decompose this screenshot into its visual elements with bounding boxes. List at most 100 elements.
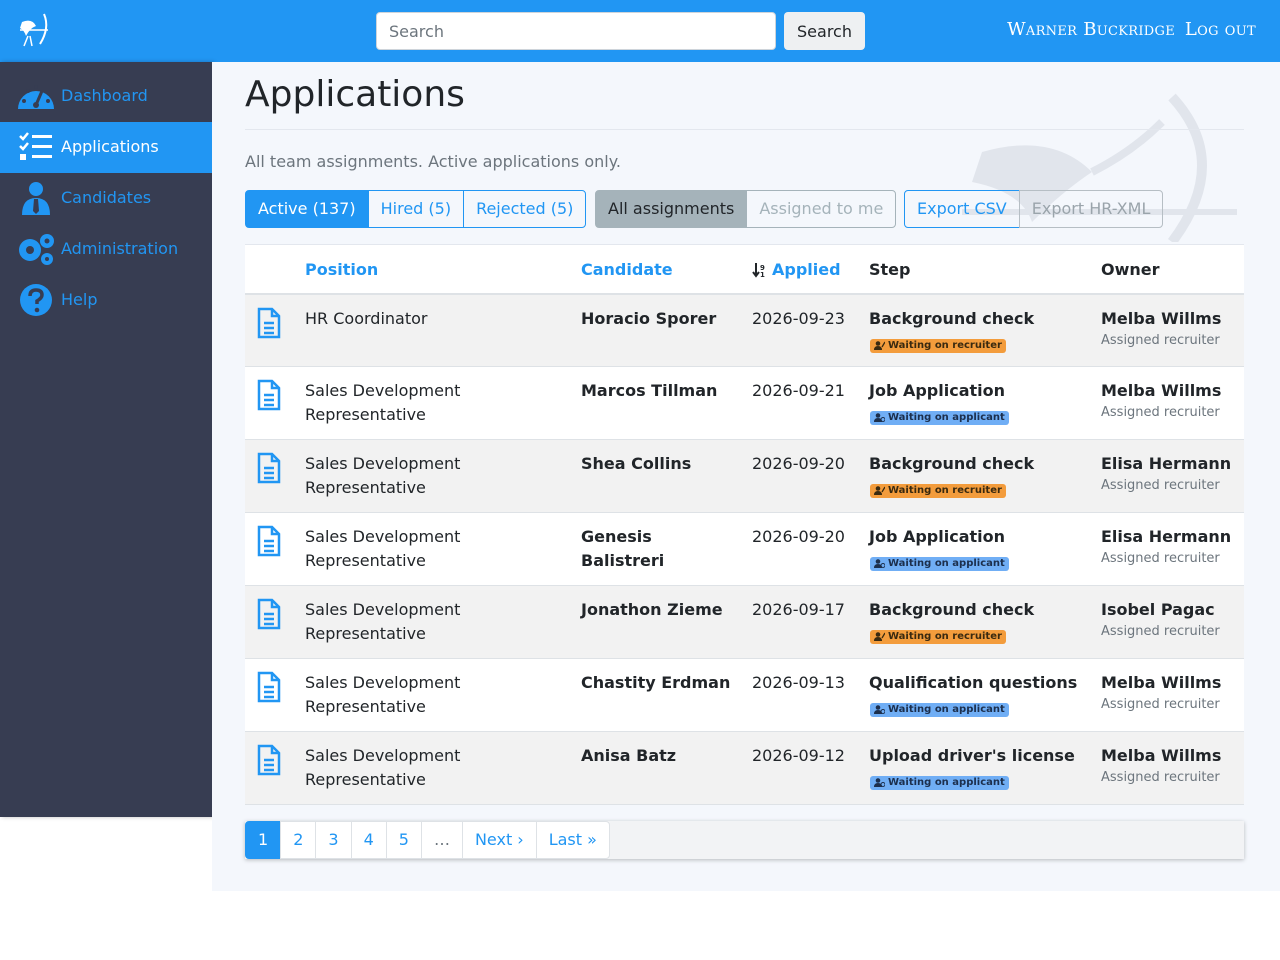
cell-owner[interactable]: Melba Willms [1101,744,1221,768]
document-icon[interactable] [257,744,281,776]
search-button[interactable]: Search [784,12,865,50]
page-next[interactable]: Next › [461,821,537,859]
title-divider [245,129,1244,130]
status-badge-label: Waiting on applicant [888,777,1005,788]
cell-position: HR Coordinator [305,309,428,328]
gears-icon [19,234,54,265]
status-badge: Waiting on recruiter [870,484,1006,498]
cell-candidate[interactable]: Shea Collins [581,452,731,476]
sidebar-item-help[interactable]: Help [0,275,212,326]
sidebar-item-applications[interactable]: Applications [0,122,212,173]
sidebar-item-label: Help [61,290,98,309]
filter-hired-button[interactable]: Hired (5) [367,190,465,228]
cell-applied: 2026-09-13 [752,673,845,692]
document-icon[interactable] [257,379,281,411]
cell-applied: 2026-09-21 [752,381,845,400]
sidebar-item-label: Administration [61,239,179,258]
cell-position: Sales Development Representative [305,600,461,643]
page-ellipsis: … [420,821,463,859]
user-name-link[interactable]: Warner Buckridge [1007,19,1175,40]
cell-applied: 2026-09-17 [752,600,845,619]
cell-applied: 2026-09-23 [752,309,845,328]
table-row[interactable]: Sales Development Representative Shea Col… [245,440,1244,513]
cell-step: Job Application [869,381,1006,400]
cell-owner[interactable]: Melba Willms [1101,379,1221,403]
dashboard-icon [18,85,54,109]
cell-owner-role: Assigned recruiter [1101,478,1220,493]
column-applied[interactable]: Applied [772,260,841,279]
sort-desc-icon: 9 1 [752,263,765,278]
table-row[interactable]: Sales Development Representative Jonathon… [245,586,1244,659]
filter-rejected-button[interactable]: Rejected (5) [463,190,587,228]
status-badge-label: Waiting on recruiter [888,340,1002,351]
logout-link[interactable]: Log out [1185,19,1256,40]
cell-owner-role: Assigned recruiter [1101,697,1220,712]
cell-position: Sales Development Representative [305,746,461,789]
page-last[interactable]: Last » [535,821,610,859]
cell-candidate[interactable]: Marcos Tillman [581,379,731,403]
status-badge-label: Waiting on applicant [888,704,1005,715]
search-input[interactable] [376,12,776,50]
cell-candidate[interactable]: Genesis Balistreri [581,525,731,573]
document-icon[interactable] [257,671,281,703]
cell-candidate[interactable]: Horacio Sporer [581,307,731,331]
export-hrxml-button[interactable]: Export HR-XML [1018,190,1164,228]
main-content: Applications All team assignments. Activ… [212,62,1280,891]
archer-logo-icon[interactable] [14,10,54,50]
sidebar-item-dashboard[interactable]: Dashboard [0,71,212,122]
list-check-icon [19,132,52,160]
table-row[interactable]: HR Coordinator Horacio Sporer 2026-09-23 Ba… [245,295,1244,367]
cell-position: Sales Development Representative [305,454,461,497]
document-icon[interactable] [257,598,281,630]
cell-owner[interactable]: Melba Willms [1101,307,1221,331]
cell-applied: 2026-09-20 [752,454,845,473]
filter-all-assignments-button[interactable]: All assignments [595,190,748,228]
cell-step: Background check [869,454,1035,473]
page-5[interactable]: 5 [385,821,422,859]
page-1[interactable]: 1 [245,821,282,859]
filter-active-button[interactable]: Active (137) [245,190,369,228]
column-position[interactable]: Position [305,260,378,279]
cell-candidate[interactable]: Jonathon Zieme [581,598,731,622]
cell-candidate[interactable]: Chastity Erdman [581,671,731,695]
table-row[interactable]: Sales Development Representative Marcos T… [245,367,1244,440]
sidebar-item-label: Candidates [61,188,152,207]
document-icon[interactable] [257,452,281,484]
cell-owner[interactable]: Elisa Hermann [1101,525,1231,549]
export-group: Export CSV Export HR-XML [904,190,1164,228]
page-subtitle: All team assignments. Active application… [245,152,621,171]
table-row[interactable]: Sales Development Representative Chastity… [245,659,1244,732]
cell-owner[interactable]: Isobel Pagac [1101,598,1215,622]
cell-candidate[interactable]: Anisa Batz [581,744,731,768]
table-header: Position Candidate 9 1 Applied Step Owne… [245,244,1244,295]
sidebar-item-candidates[interactable]: Candidates [0,173,212,224]
filter-assigned-to-me-button[interactable]: Assigned to me [746,190,897,228]
export-csv-button[interactable]: Export CSV [904,190,1020,228]
status-badge: Waiting on recruiter [870,630,1006,644]
cell-owner-role: Assigned recruiter [1101,333,1220,348]
cell-owner[interactable]: Melba Willms [1101,671,1221,695]
sidebar-item-administration[interactable]: Administration [0,224,212,275]
cell-step: Upload driver's license [869,746,1075,765]
sidebar-item-label: Applications [61,137,159,156]
cell-owner[interactable]: Elisa Hermann [1101,452,1231,476]
status-badge-label: Waiting on applicant [888,412,1005,423]
table-row[interactable]: Sales Development Representative Genesis … [245,513,1244,586]
document-icon[interactable] [257,525,281,557]
document-icon[interactable] [257,307,281,339]
cell-position: Sales Development Representative [305,673,461,716]
cell-owner-role: Assigned recruiter [1101,624,1220,639]
cell-position: Sales Development Representative [305,527,461,570]
sidebar: Dashboard Applications Candidates Admini… [0,62,212,817]
page-title: Applications [245,74,465,115]
column-candidate[interactable]: Candidate [581,260,673,279]
column-step: Step [869,260,911,279]
page-2[interactable]: 2 [280,821,317,859]
status-badge-label: Waiting on recruiter [888,485,1002,496]
pagination: 1 2 3 4 5… Next › Last » [245,821,1244,859]
page-3[interactable]: 3 [315,821,352,859]
status-badge: Waiting on recruiter [870,339,1006,353]
page-4[interactable]: 4 [350,821,387,859]
table-row[interactable]: Sales Development Representative Anisa Ba… [245,732,1244,805]
cell-applied: 2026-09-20 [752,527,845,546]
